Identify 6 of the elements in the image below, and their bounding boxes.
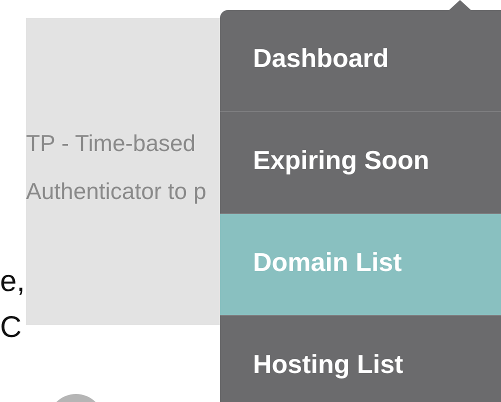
menu-item[interactable]: Dashboard: [220, 10, 501, 112]
panel-text: TP - Time-based: [26, 129, 196, 158]
body-text: C: [0, 310, 22, 346]
body-text: e,: [0, 264, 26, 300]
panel-text: Authenticator to p: [26, 177, 206, 206]
menu-item[interactable]: Hosting List: [220, 316, 501, 402]
